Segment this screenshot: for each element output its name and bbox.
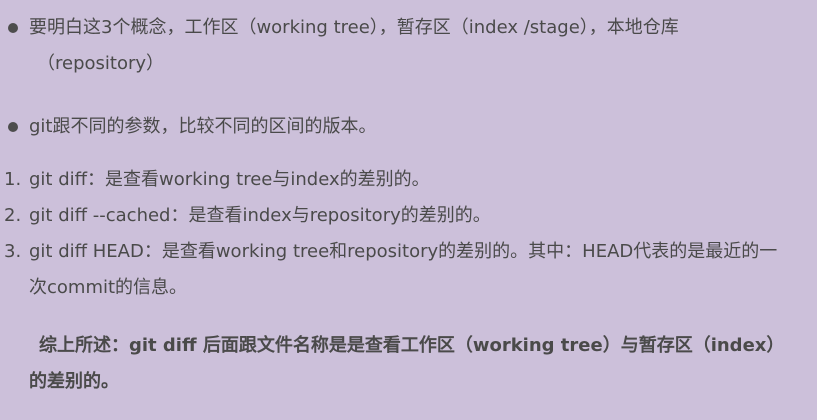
- summary-text: 综上所述：git diff 后面跟文件名称是是查看工作区（working tre…: [39, 335, 785, 356]
- list-number: 1.: [4, 169, 22, 190]
- list-number: 2.: [4, 205, 22, 226]
- document-page: 要明白这3个概念，工作区（working tree），暂存区（index /st…: [0, 0, 817, 420]
- list-item-text-continued: 次commit的信息。: [29, 277, 188, 298]
- bullet-text: 要明白这3个概念，工作区（working tree），暂存区（index /st…: [29, 17, 679, 38]
- list-number: 3.: [4, 241, 22, 262]
- bullet-text-continued: （repository）: [37, 53, 165, 74]
- bullet-dot-icon: [8, 23, 18, 33]
- list-item-text: git diff：是查看working tree与index的差别的。: [29, 169, 430, 190]
- bullet-text: git跟不同的参数，比较不同的区间的版本。: [29, 116, 377, 137]
- summary-text-continued: 的差别的。: [29, 371, 119, 392]
- bullet-dot-icon: [8, 122, 18, 132]
- list-item-text: git diff HEAD：是查看working tree和repository…: [29, 241, 778, 262]
- list-item-text: git diff --cached：是查看index与repository的差别…: [29, 205, 491, 226]
